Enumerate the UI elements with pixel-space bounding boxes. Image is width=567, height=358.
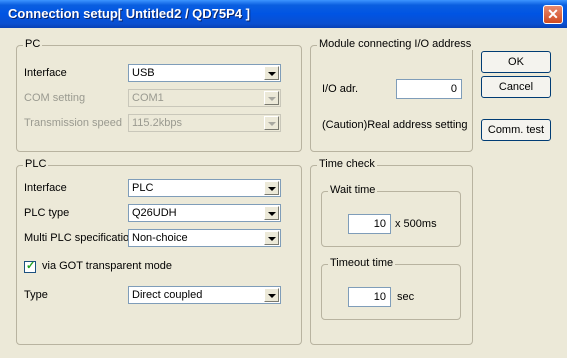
connection-type-label: Type — [24, 289, 48, 301]
wait-time-input[interactable]: 10 — [348, 214, 391, 234]
plc-type-select[interactable]: Q26UDH — [128, 204, 281, 222]
chevron-down-icon — [264, 116, 279, 130]
pc-group: PC Interface USB COM setting COM1 Transm… — [16, 38, 302, 152]
close-icon: ✕ — [547, 6, 559, 22]
plc-interface-value: PLC — [132, 182, 154, 194]
transmission-speed-select: 115.2kbps — [128, 114, 281, 132]
wait-time-value: 10 — [373, 218, 386, 230]
caution-text: (Caution)Real address setting — [322, 119, 468, 131]
plc-interface-select[interactable]: PLC — [128, 179, 281, 197]
io-adr-input[interactable]: 0 — [396, 79, 462, 99]
time-check-group: Time check Wait time 10 x 500ms Timeout … — [310, 158, 473, 345]
via-got-checkbox[interactable] — [24, 259, 36, 273]
timeout-time-group: Timeout time 10 sec — [321, 257, 461, 320]
chevron-down-icon[interactable] — [264, 181, 279, 195]
comm-test-button[interactable]: Comm. test — [481, 119, 551, 141]
pc-interface-label: Interface — [24, 67, 67, 79]
plc-group-title: PLC — [23, 158, 49, 170]
timeout-time-unit: sec — [397, 291, 415, 303]
plc-type-value: Q26UDH — [132, 207, 177, 219]
dialog-body: PC Interface USB COM setting COM1 Transm… — [3, 28, 564, 355]
multi-plc-value: Non-choice — [132, 232, 188, 244]
multi-plc-select[interactable]: Non-choice — [128, 229, 281, 247]
pc-group-title: PC — [23, 38, 43, 50]
chevron-down-icon — [264, 91, 279, 105]
connection-type-value: Direct coupled — [132, 289, 203, 301]
pc-interface-select[interactable]: USB — [128, 64, 281, 82]
connection-setup-dialog: Connection setup[ Untitled2 / QD75P4 ] ✕… — [0, 0, 567, 358]
com-setting-label: COM setting — [24, 92, 86, 104]
plc-group: PLC Interface PLC PLC type Q26UDH Multi … — [16, 158, 302, 345]
io-adr-value: 0 — [450, 83, 457, 95]
time-check-group-title: Time check — [317, 158, 377, 170]
connection-type-select[interactable]: Direct coupled — [128, 286, 281, 304]
close-button[interactable]: ✕ — [543, 5, 563, 24]
pc-interface-value: USB — [132, 67, 155, 79]
title-bar[interactable]: Connection setup[ Untitled2 / QD75P4 ] ✕ — [0, 0, 567, 28]
io-adr-label: I/O adr. — [322, 83, 359, 95]
window-title: Connection setup[ Untitled2 / QD75P4 ] — [8, 6, 250, 21]
chevron-down-icon[interactable] — [264, 288, 279, 302]
multi-plc-label: Multi PLC specification — [24, 232, 136, 244]
chevron-down-icon[interactable] — [264, 231, 279, 245]
timeout-time-value: 10 — [373, 291, 386, 303]
com-setting-select: COM1 — [128, 89, 281, 107]
chevron-down-icon[interactable] — [264, 66, 279, 80]
wait-time-group: Wait time 10 x 500ms — [321, 184, 461, 247]
transmission-speed-label: Transmission speed — [24, 117, 123, 129]
cancel-button[interactable]: Cancel — [481, 76, 551, 98]
transmission-speed-value: 115.2kbps — [132, 117, 182, 129]
wait-time-unit: x 500ms — [395, 218, 437, 230]
module-io-group-title: Module connecting I/O address — [317, 38, 474, 50]
timeout-time-title: Timeout time — [328, 257, 396, 269]
timeout-time-input[interactable]: 10 — [348, 287, 391, 307]
ok-button[interactable]: OK — [481, 51, 551, 73]
via-got-label[interactable]: via GOT transparent mode — [42, 260, 172, 272]
wait-time-title: Wait time — [328, 184, 378, 196]
module-io-group: Module connecting I/O address I/O adr. 0… — [310, 38, 474, 152]
plc-interface-label: Interface — [24, 182, 67, 194]
chevron-down-icon[interactable] — [264, 206, 279, 220]
plc-type-label: PLC type — [24, 207, 70, 219]
com-setting-value: COM1 — [132, 92, 164, 104]
